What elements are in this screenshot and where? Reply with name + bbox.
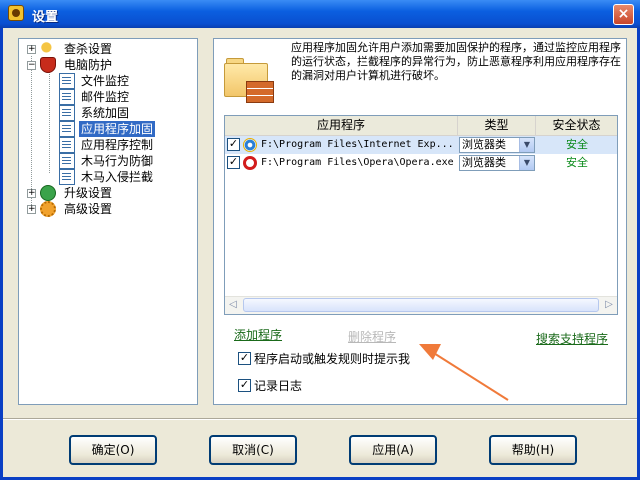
settings-tree: + 查杀设置 − 电脑防护 文件监控 邮件监控 系统加固 应用程序加固 应用程序…	[18, 38, 198, 405]
apply-button[interactable]: 应用(A)	[349, 435, 437, 465]
app-path: F:\Program Files\Opera\Opera.exe	[261, 157, 454, 168]
app-table: 应用程序 类型 安全状态 ✓ F:\Program Files\Internet…	[224, 115, 618, 315]
tree-item-label: 升级设置	[64, 186, 113, 200]
tree-item-label-selected: 应用程序加固	[79, 121, 156, 137]
table-header: 应用程序 类型 安全状态	[225, 116, 617, 136]
log-checkbox[interactable]: ✓	[238, 379, 251, 392]
ok-button[interactable]: 确定(O)	[69, 435, 157, 465]
help-button[interactable]: 帮助(H)	[489, 435, 577, 465]
scroll-right-icon[interactable]: ▷	[601, 298, 617, 313]
cancel-button[interactable]: 取消(C)	[209, 435, 297, 465]
column-header-type[interactable]: 类型	[458, 116, 536, 135]
tree-item-label: 文件监控	[81, 74, 130, 88]
document-icon	[59, 137, 75, 153]
tree-item-label: 木马行为防御	[81, 154, 154, 168]
collapse-toggle[interactable]: −	[27, 61, 36, 70]
table-row[interactable]: ✓ F:\Program Files\Internet Exp... 浏览器类 …	[225, 136, 617, 154]
firewall-brick	[246, 81, 274, 103]
shield-icon	[40, 57, 56, 73]
document-icon	[59, 121, 75, 137]
document-icon	[59, 153, 75, 169]
horizontal-scrollbar[interactable]: ◁ ▷	[225, 296, 617, 314]
app-logo-icon	[8, 5, 24, 21]
window-title: 设置	[32, 10, 59, 25]
gear-icon	[40, 201, 56, 217]
document-icon	[59, 105, 75, 121]
tree-connector	[31, 56, 32, 205]
scroll-left-icon[interactable]: ◁	[225, 298, 241, 313]
expand-toggle[interactable]: +	[27, 189, 36, 198]
tree-item-label: 系统加固	[81, 106, 130, 120]
status-badge: 安全	[566, 138, 588, 151]
bottom-separator	[3, 418, 637, 420]
type-dropdown[interactable]: 浏览器类 ▼	[459, 137, 535, 153]
opera-icon	[243, 156, 257, 170]
tree-item-label: 查杀设置	[64, 42, 113, 56]
log-label: 记录日志	[254, 379, 303, 393]
tree-item-label: 应用程序控制	[81, 138, 154, 152]
ie-icon	[243, 138, 257, 152]
title-bar[interactable]: 设置 ×	[0, 0, 640, 28]
prompt-on-start-checkbox[interactable]: ✓	[238, 352, 251, 365]
tree-item-label: 电脑防护	[64, 58, 113, 72]
column-header-app[interactable]: 应用程序	[225, 116, 458, 135]
tree-item-label: 高级设置	[64, 202, 113, 216]
row-checkbox[interactable]: ✓	[227, 156, 240, 169]
tree-connector	[49, 69, 50, 173]
add-program-link[interactable]: 添加程序	[234, 326, 282, 343]
app-path: F:\Program Files\Internet Exp...	[261, 139, 454, 150]
column-header-status[interactable]: 安全状态	[536, 116, 617, 135]
key-icon	[40, 41, 56, 57]
document-icon	[59, 89, 75, 105]
upgrade-icon	[40, 185, 56, 201]
document-icon	[59, 73, 75, 89]
scrollbar-thumb[interactable]	[243, 298, 599, 312]
expand-toggle[interactable]: +	[27, 45, 36, 54]
prompt-on-start-label: 程序启动或触发规则时提示我	[254, 352, 411, 366]
table-row[interactable]: ✓ F:\Program Files\Opera\Opera.exe 浏览器类 …	[225, 154, 617, 172]
type-value: 浏览器类	[462, 138, 506, 151]
expand-toggle[interactable]: +	[27, 205, 36, 214]
tree-item-label: 木马入侵拦截	[81, 170, 154, 184]
panel-description: 应用程序加固允许用户添加需要加固保护的程序，通过监控应用程序的运行状态，拦截程序…	[291, 41, 621, 82]
settings-window: 设置 × + 查杀设置 − 电脑防护 文件监控 邮件监控 系统加固 应用程序加固…	[0, 0, 640, 480]
type-dropdown[interactable]: 浏览器类 ▼	[459, 155, 535, 171]
type-value: 浏览器类	[462, 156, 506, 169]
app-hardening-panel: 应用程序加固允许用户添加需要加固保护的程序，通过监控应用程序的运行状态，拦截程序…	[213, 38, 627, 405]
chevron-down-icon[interactable]: ▼	[519, 138, 534, 152]
tree-item-label: 邮件监控	[81, 90, 130, 104]
folder-firewall-icon	[224, 55, 274, 105]
row-checkbox[interactable]: ✓	[227, 138, 240, 151]
dialog-body: + 查杀设置 − 电脑防护 文件监控 邮件监控 系统加固 应用程序加固 应用程序…	[3, 28, 637, 477]
document-icon	[59, 169, 75, 185]
chevron-down-icon[interactable]: ▼	[519, 156, 534, 170]
status-badge: 安全	[566, 156, 588, 169]
search-supported-programs-link[interactable]: 搜索支持程序	[536, 330, 608, 347]
close-button[interactable]: ×	[613, 4, 634, 25]
delete-program-link[interactable]: 删除程序	[348, 328, 396, 345]
